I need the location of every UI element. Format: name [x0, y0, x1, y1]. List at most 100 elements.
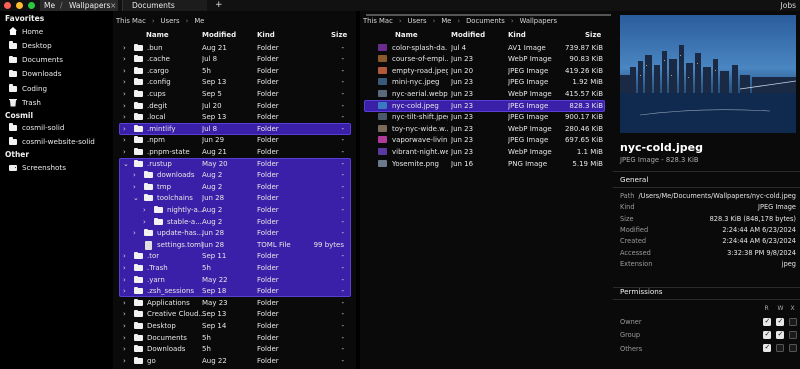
table-row[interactable]: › .cargo 5h Folder - [113, 65, 356, 77]
table-row[interactable]: › .degit Jul 20 Folder - [113, 100, 356, 112]
breadcrumb-item[interactable]: Me [194, 17, 204, 25]
table-row[interactable]: color-splash-da... Jul 4 AV1 Image 739.87 K… [360, 42, 613, 54]
table-row[interactable]: Yosemite.png Jun 16 PNG Image 5.19 MiB [360, 158, 613, 170]
chevron-right-icon[interactable]: › [123, 102, 126, 110]
chevron-right-icon[interactable]: › [123, 148, 126, 156]
header-name[interactable]: Name [146, 31, 169, 39]
header-modified[interactable]: Modified [451, 31, 485, 39]
header-kind[interactable]: Kind [257, 31, 275, 39]
chevron-right-icon[interactable]: › [133, 229, 136, 237]
table-row[interactable]: empty-road.jpeg Jun 20 JPEG Image 419.26 Ki… [360, 65, 613, 77]
table-row[interactable]: ⌄ .rustup May 20 Folder - [113, 158, 356, 170]
chevron-right-icon[interactable]: › [123, 136, 126, 144]
breadcrumb-item[interactable]: Users [408, 17, 427, 25]
tab-documents[interactable]: Documents [122, 0, 207, 11]
chevron-right-icon[interactable]: › [123, 44, 126, 52]
permission-w-checkbox[interactable] [776, 344, 784, 353]
table-row[interactable]: › .zsh_sessions Sep 18 Folder - [113, 286, 356, 298]
sidebar-item-downloads[interactable]: Downloads [0, 68, 112, 80]
breadcrumb-item[interactable]: Me [441, 17, 451, 25]
chevron-right-icon[interactable]: › [123, 287, 126, 295]
sidebar-item-desktop[interactable]: Desktop [0, 39, 112, 51]
chevron-right-icon[interactable]: › [123, 264, 126, 272]
chevron-right-icon[interactable]: › [123, 276, 126, 284]
breadcrumb-item[interactable]: Wallpapers [520, 17, 558, 25]
header-size[interactable]: Size [331, 31, 347, 39]
permission-x-checkbox[interactable] [789, 344, 797, 353]
chevron-right-icon[interactable]: › [133, 171, 136, 179]
chevron-down-icon[interactable]: ⌄ [133, 194, 139, 202]
chevron-right-icon[interactable]: › [123, 55, 126, 63]
chevron-right-icon[interactable]: › [123, 322, 126, 330]
chevron-right-icon[interactable]: › [123, 357, 126, 365]
table-row[interactable]: nyc-cold.jpeg Jun 23 JPEG Image 828.3 KiB [360, 100, 613, 112]
chevron-right-icon[interactable]: › [143, 218, 146, 226]
chevron-right-icon[interactable]: › [123, 299, 126, 307]
header-modified[interactable]: Modified [202, 31, 236, 39]
table-row[interactable]: › .cache Jul 8 Folder - [113, 54, 356, 66]
table-row[interactable]: › Documents 5h Folder - [113, 332, 356, 344]
chevron-right-icon[interactable]: › [123, 125, 126, 133]
table-row[interactable]: › Creative Cloud... Sep 13 Folder - [113, 309, 356, 321]
breadcrumb-item[interactable]: Users [161, 17, 180, 25]
header-name[interactable]: Name [395, 31, 418, 39]
chevron-right-icon[interactable]: › [123, 334, 126, 342]
table-row[interactable]: › tmp Aug 2 Folder - [113, 181, 356, 193]
permissions-section-heading[interactable]: Permissions [620, 287, 663, 296]
permission-r-checkbox[interactable] [763, 330, 771, 339]
minimize-window-button[interactable] [16, 2, 23, 9]
chevron-down-icon[interactable]: ⌄ [123, 160, 129, 168]
permission-w-checkbox[interactable] [776, 330, 784, 339]
table-row[interactable]: vibrant-night.we...Jun 23 WebP Image 1.1 M… [360, 146, 613, 158]
breadcrumb-item[interactable]: This Mac [116, 17, 146, 25]
table-row[interactable]: › .bun Aug 21 Folder - [113, 42, 356, 54]
permission-r-checkbox[interactable] [763, 343, 771, 353]
permission-r-checkbox[interactable] [763, 317, 771, 326]
chevron-right-icon[interactable]: › [123, 113, 126, 121]
sidebar-item-trash[interactable]: Trash [0, 97, 112, 109]
sidebar-item-screenshots[interactable]: Screenshots [0, 161, 112, 173]
table-row[interactable]: › .cups Sep 5 Folder - [113, 88, 356, 100]
table-row[interactable]: nyc-tilt-shift.jpeg Jun 23 JPEG Image 900.1… [360, 112, 613, 124]
table-row[interactable]: › stable-a... Aug 2 Folder - [113, 216, 356, 228]
table-row[interactable]: › Desktop Sep 14 Folder - [113, 320, 356, 332]
table-row[interactable]: mini-nyc.jpeg Jun 23 JPEG Image 1.92 MiB [360, 77, 613, 89]
sidebar-item-documents[interactable]: Documents [0, 54, 112, 66]
header-size[interactable]: Size [585, 31, 601, 39]
table-row[interactable]: toy-nyc-wide.w... Jun 23 WebP Image 280.46 … [360, 123, 613, 135]
chevron-right-icon[interactable]: › [123, 67, 126, 75]
chevron-right-icon[interactable]: › [123, 310, 126, 318]
table-row[interactable]: › .Trash 5h Folder - [113, 262, 356, 274]
header-kind[interactable]: Kind [508, 31, 526, 39]
sidebar-item-coding[interactable]: Coding [0, 82, 112, 94]
table-row[interactable]: › .local Sep 13 Folder - [113, 112, 356, 124]
new-tab-icon[interactable]: + [215, 0, 223, 10]
table-row[interactable]: settings.toml Jun 28 TOML File 99 bytes [113, 239, 356, 251]
permission-x-checkbox[interactable] [789, 317, 797, 326]
table-row[interactable]: › .mintlify Jul 8 Folder - [113, 123, 356, 135]
breadcrumb-item[interactable]: This Mac [363, 17, 393, 25]
chevron-right-icon[interactable]: › [123, 252, 126, 260]
table-row[interactable]: › .yarn May 22 Folder - [113, 274, 356, 286]
permission-w-checkbox[interactable] [776, 317, 784, 326]
table-row[interactable]: › nightly-a... Aug 2 Folder - [113, 204, 356, 216]
table-row[interactable]: › go Aug 22 Folder - [113, 355, 356, 367]
chevron-right-icon[interactable]: › [133, 183, 136, 191]
general-section-heading[interactable]: General [620, 175, 648, 184]
zoom-window-button[interactable] [28, 2, 35, 9]
tab-wallpapers[interactable]: Me / Wallpapers [40, 0, 118, 11]
tab-close-icon[interactable]: × [110, 1, 116, 10]
table-row[interactable]: ⌄ toolchains Jun 28 Folder - [113, 193, 356, 205]
permission-x-checkbox[interactable] [789, 330, 797, 339]
chevron-right-icon[interactable]: › [143, 206, 146, 214]
table-row[interactable]: › update-has... Jun 28 Folder - [113, 228, 356, 240]
table-row[interactable]: vaporwave-livin... Jun 23 JPEG Image 697.65… [360, 135, 613, 147]
table-row[interactable]: nyc-aerial.webp Jun 23 WebP Image 415.57 Ki… [360, 88, 613, 100]
scrollbar[interactable] [366, 14, 611, 16]
table-row[interactable]: › .config Sep 13 Folder - [113, 77, 356, 89]
close-window-button[interactable] [4, 2, 11, 9]
sidebar-item-cosmil-solid[interactable]: cosmil-solid [0, 121, 112, 133]
table-row[interactable]: › .npm Jun 29 Folder - [113, 135, 356, 147]
sidebar-item-cosmil-website-solid[interactable]: cosmil-website-solid [0, 135, 112, 147]
chevron-right-icon[interactable]: › [123, 90, 126, 98]
